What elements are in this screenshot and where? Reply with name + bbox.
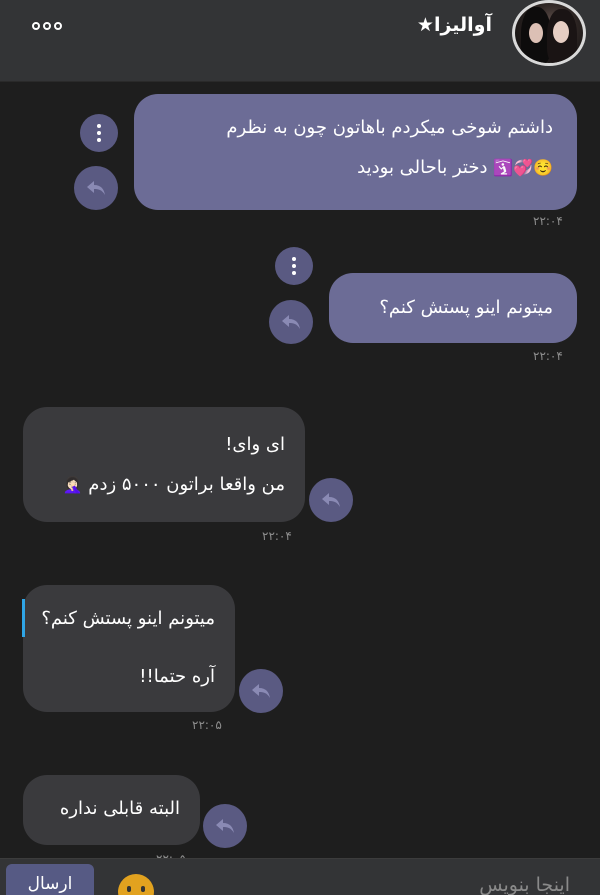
more-options-button[interactable]	[32, 18, 62, 34]
reply-button[interactable]	[239, 669, 283, 713]
message-emoji: 🤦🏻‍♀️	[62, 475, 83, 494]
message-options-button[interactable]	[80, 114, 118, 152]
message-text: ای وای!	[225, 434, 285, 455]
message-input[interactable]: اینجا بنویس	[479, 874, 570, 895]
contact-name[interactable]: آوالیزا★	[417, 14, 492, 36]
message-text: آره حتما!!	[139, 666, 215, 687]
message-bubble-outgoing[interactable]: میتونم اینو پستش کنم؟	[329, 273, 577, 343]
reply-button[interactable]	[203, 804, 247, 848]
contact-avatar[interactable]	[512, 0, 586, 66]
reply-icon	[322, 493, 340, 507]
message-time: ۲۲:۰۴	[262, 529, 292, 543]
quote-indicator	[22, 599, 25, 637]
message-bubble-incoming[interactable]: ای وای! من واقعا براتون ۵۰۰۰ زدم 🤦🏻‍♀️	[23, 407, 305, 522]
message-bubble-incoming[interactable]: البته قابلی نداره	[23, 775, 200, 845]
message-text: دختر باحالی بودید	[357, 157, 488, 178]
dot-icon	[32, 22, 40, 30]
message-time: ۲۲:۰۴	[533, 349, 563, 363]
dot-icon	[43, 22, 51, 30]
message-text: میتونم اینو پستش کنم؟	[379, 297, 553, 318]
message-emoji: ☺️💞🛐	[493, 158, 553, 177]
chat-header	[0, 0, 600, 82]
reply-button[interactable]	[74, 166, 118, 210]
message-options-button[interactable]	[275, 247, 313, 285]
message-time: ۲۲:۰۵	[192, 718, 222, 732]
kebab-icon	[97, 124, 101, 142]
message-text: البته قابلی نداره	[59, 798, 180, 819]
reply-icon	[87, 181, 105, 195]
quoted-message[interactable]: میتونم اینو پستش کنم؟	[33, 599, 215, 639]
kebab-icon	[292, 257, 296, 275]
message-text: داشتم شوخی میکردم باهاتون چون به نظرم	[226, 117, 553, 138]
reply-button[interactable]	[309, 478, 353, 522]
reply-button[interactable]	[269, 300, 313, 344]
reply-icon	[216, 819, 234, 833]
dot-icon	[54, 22, 62, 30]
message-bubble-incoming[interactable]: میتونم اینو پستش کنم؟ آره حتما!!	[23, 585, 235, 712]
send-button[interactable]: ارسال	[6, 864, 94, 895]
reply-icon	[282, 315, 300, 329]
message-time: ۲۲:۰۴	[533, 214, 563, 228]
reply-icon	[252, 684, 270, 698]
message-bubble-outgoing[interactable]: داشتم شوخی میکردم باهاتون چون به نظرم ☺️…	[134, 94, 577, 210]
message-text: من واقعا براتون ۵۰۰۰ زدم	[88, 474, 285, 495]
